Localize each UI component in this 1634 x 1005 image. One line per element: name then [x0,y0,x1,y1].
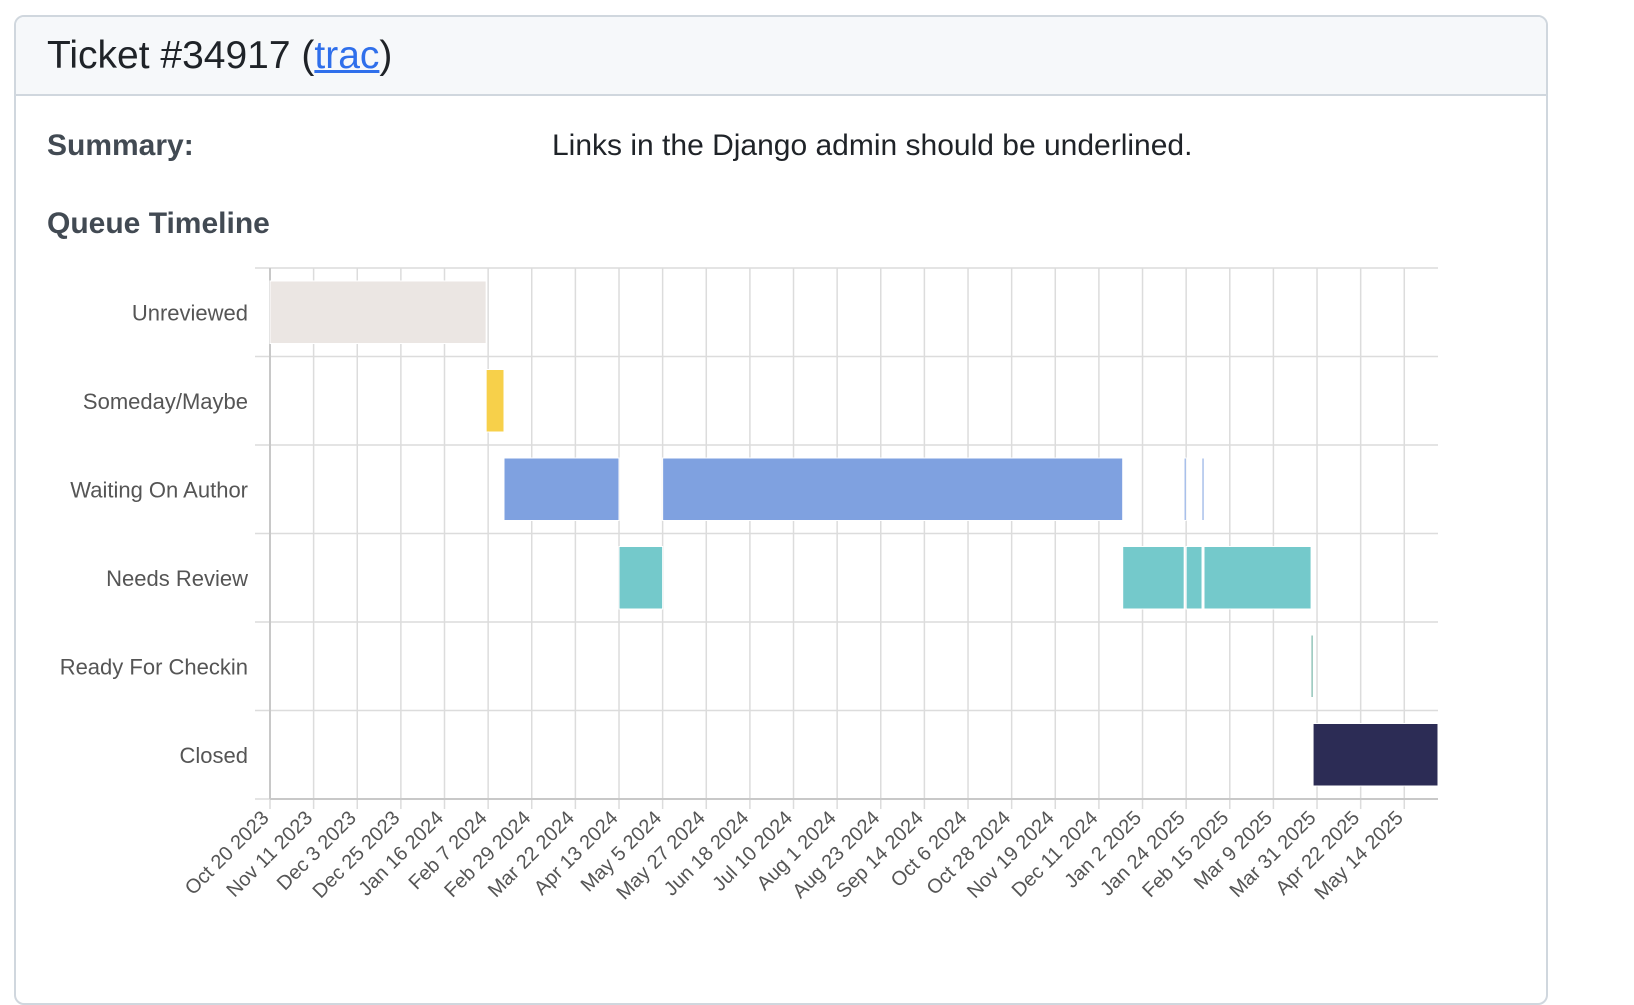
timeline-bar [1201,457,1205,521]
timeline-bar [1310,634,1314,698]
timeline-bar [1203,546,1312,610]
timeline-bar [618,546,664,610]
timeline-bar [662,457,1124,521]
queue-timeline-chart: Unreviewed Someday/Maybe Waiting On Author… [60,267,1439,904]
timeline-bar [1122,546,1185,610]
category-label: Waiting On Author [70,477,248,502]
timeline-bar [1312,723,1439,787]
timeline-bar [503,457,620,521]
category-label: Closed [180,743,248,768]
category-label: Needs Review [106,566,248,591]
timeline-bar [1183,457,1187,521]
category-label: Someday/Maybe [83,389,248,414]
timeline-bar [269,280,487,344]
category-label: Unreviewed [132,300,248,325]
timeline-bar [1185,546,1203,610]
category-label: Ready For Checkin [60,654,248,679]
timeline-bar [485,369,505,433]
